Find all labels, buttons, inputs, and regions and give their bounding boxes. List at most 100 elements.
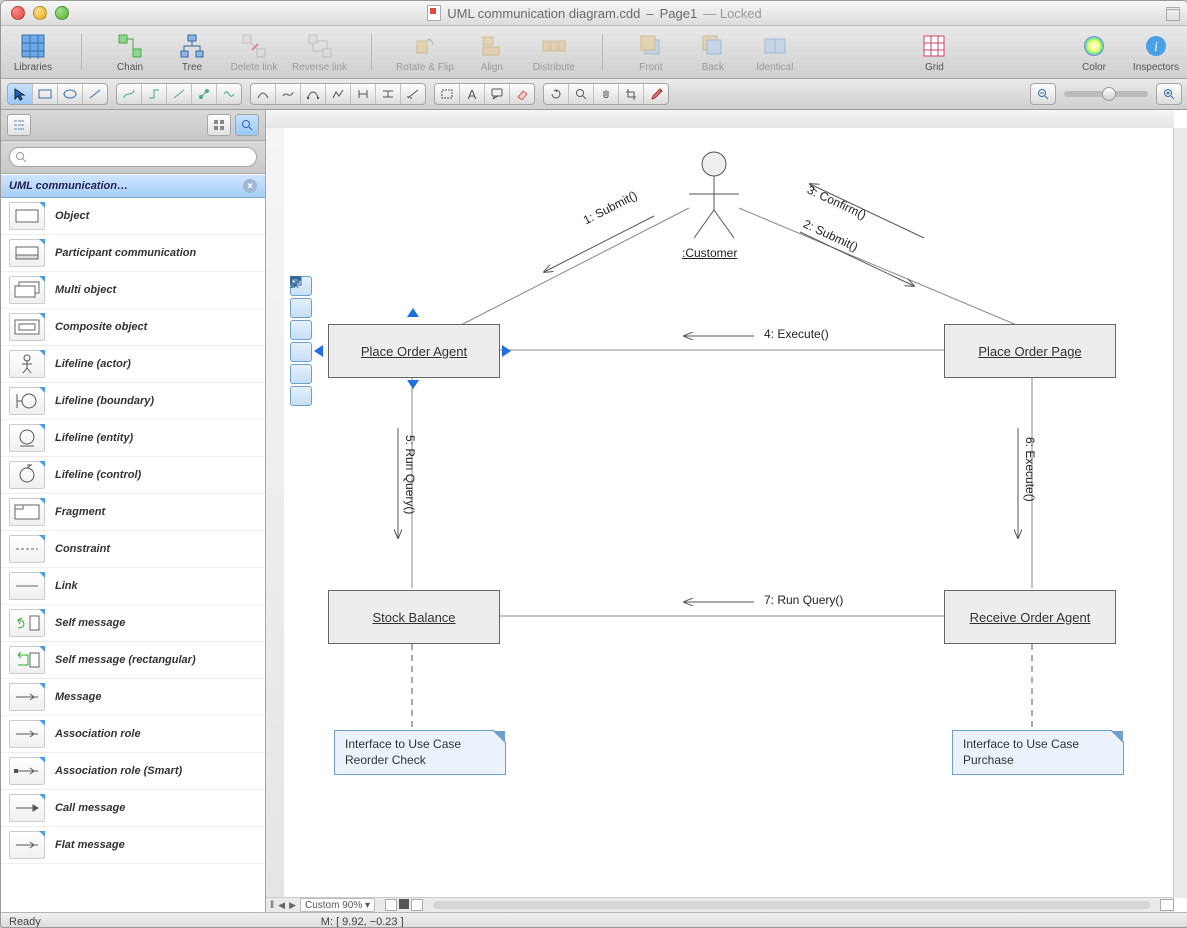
tree-button[interactable]: Tree: [168, 32, 216, 73]
identical-button[interactable]: Identical: [751, 32, 799, 73]
horizontal-scrollbar[interactable]: [433, 901, 1150, 909]
shape-item-self-message-rectangular-[interactable]: Self message (rectangular): [1, 642, 265, 679]
dimension-tool-2[interactable]: [376, 84, 401, 104]
shape-item-message[interactable]: Message: [1, 679, 265, 716]
message-4-label[interactable]: 4: Execute(): [764, 327, 829, 341]
pointer-tool[interactable]: [8, 84, 33, 104]
zoom-slider[interactable]: [1064, 91, 1148, 97]
shape-list[interactable]: ObjectParticipant communicationMulti obj…: [1, 198, 265, 912]
shape-item-lifeline-boundary-[interactable]: Lifeline (boundary): [1, 383, 265, 420]
shape-item-flat-message[interactable]: Flat message: [1, 827, 265, 864]
front-button[interactable]: Front: [627, 32, 675, 73]
selection-handle-top[interactable]: [407, 308, 419, 317]
bezier-tool[interactable]: [301, 84, 326, 104]
object-place-order-page[interactable]: Place Order Page: [944, 324, 1116, 378]
ellipse-tool[interactable]: [58, 84, 83, 104]
zoom-out-button[interactable]: [1031, 84, 1055, 104]
shape-item-association-role[interactable]: Association role: [1, 716, 265, 753]
page-prev-button[interactable]: ◀: [278, 900, 285, 911]
spline-tool[interactable]: [276, 84, 301, 104]
eraser-tool[interactable]: [510, 84, 534, 104]
object-receive-order-agent[interactable]: Receive Order Agent: [944, 590, 1116, 644]
note-left[interactable]: Interface to Use Case Reorder Check: [334, 730, 506, 775]
reverse-link-button[interactable]: Reverse link: [292, 32, 347, 73]
connector-tool-2[interactable]: [142, 84, 167, 104]
actor-label[interactable]: :Customer: [682, 246, 737, 260]
libraries-button[interactable]: Libraries: [9, 32, 57, 73]
connector-tool-1[interactable]: [117, 84, 142, 104]
line-tool[interactable]: [83, 84, 107, 104]
message-5-label[interactable]: 5: Run Query(): [403, 435, 417, 514]
inspectors-button[interactable]: i Inspectors: [1132, 32, 1180, 73]
shape-item-fragment[interactable]: Fragment: [1, 494, 265, 531]
shape-item-lifeline-actor-[interactable]: Lifeline (actor): [1, 346, 265, 383]
polyline-tool[interactable]: [326, 84, 351, 104]
delete-link-button[interactable]: Delete link: [230, 32, 278, 73]
pan-tool[interactable]: [594, 84, 619, 104]
library-search-toggle[interactable]: [235, 114, 259, 136]
connector-tool-5[interactable]: [217, 84, 241, 104]
page-next-button[interactable]: ▶: [289, 900, 296, 911]
rotate-view-tool[interactable]: [544, 84, 569, 104]
shape-thumb-icon: [9, 498, 45, 526]
vertical-ruler[interactable]: [266, 128, 285, 898]
selection-handle-right[interactable]: [502, 345, 511, 357]
shape-item-object[interactable]: Object: [1, 198, 265, 235]
zoom-window-button[interactable]: [55, 6, 69, 20]
shape-item-association-role-smart-[interactable]: Association role (Smart): [1, 753, 265, 790]
main-toolbar: Libraries Chain Tree Delete link Reverse…: [1, 26, 1187, 79]
zoom-tool[interactable]: [569, 84, 594, 104]
selection-handle-left[interactable]: [314, 345, 323, 357]
chain-button[interactable]: Chain: [106, 32, 154, 73]
object-place-order-agent[interactable]: Place Order Agent: [328, 324, 500, 378]
eyedropper-tool[interactable]: [644, 84, 668, 104]
vertical-scrollbar[interactable]: [1173, 128, 1187, 898]
shape-item-composite-object[interactable]: Composite object: [1, 309, 265, 346]
toolbar-toggle-button[interactable]: [1166, 7, 1180, 21]
library-grid-toggle[interactable]: [207, 114, 231, 136]
stamp-tool[interactable]: [435, 84, 460, 104]
library-close-button[interactable]: ×: [243, 179, 257, 193]
shape-item-call-message[interactable]: Call message: [1, 790, 265, 827]
crop-tool[interactable]: [619, 84, 644, 104]
dimension-tool-3[interactable]: [401, 84, 425, 104]
color-button[interactable]: Color: [1070, 32, 1118, 73]
page-pause-icon[interactable]: ‖: [270, 900, 274, 911]
grid-button[interactable]: Grid: [910, 32, 958, 73]
text-tool[interactable]: A: [460, 84, 485, 104]
arc-tool[interactable]: [251, 84, 276, 104]
message-6-label[interactable]: 6: Execute(): [1023, 437, 1037, 502]
shape-item-link[interactable]: Link: [1, 568, 265, 605]
callout-tool[interactable]: [485, 84, 510, 104]
dimension-tool-1[interactable]: [351, 84, 376, 104]
distribute-button[interactable]: Distribute: [530, 32, 578, 73]
connector-tool-3[interactable]: [167, 84, 192, 104]
drawing-canvas[interactable]: :Customer 1: Submit() 2: Submit() 3: Con…: [284, 128, 1174, 898]
object-stock-balance[interactable]: Stock Balance: [328, 590, 500, 644]
rotate-flip-button[interactable]: Rotate & Flip: [396, 32, 454, 73]
rectangle-tool[interactable]: [33, 84, 58, 104]
close-window-button[interactable]: [11, 6, 25, 20]
library-tree-toggle[interactable]: [7, 114, 31, 136]
page-tabs-strip[interactable]: [385, 899, 423, 911]
zoom-in-button[interactable]: [1157, 84, 1181, 104]
shape-item-lifeline-control-[interactable]: Lifeline (control): [1, 457, 265, 494]
align-button[interactable]: Align: [468, 32, 516, 73]
shape-item-self-message[interactable]: Self message: [1, 605, 265, 642]
shape-item-participant-communication[interactable]: Participant communication: [1, 235, 265, 272]
zoom-select[interactable]: Custom 90% ▾: [300, 898, 375, 912]
back-button[interactable]: Back: [689, 32, 737, 73]
library-header[interactable]: UML communication… ×: [1, 174, 265, 198]
minimize-window-button[interactable]: [33, 6, 47, 20]
zoom-slider-knob[interactable]: [1102, 87, 1116, 101]
selection-handle-bottom[interactable]: [407, 380, 419, 389]
shape-item-multi-object[interactable]: Multi object: [1, 272, 265, 309]
resize-grip-icon[interactable]: [1160, 899, 1174, 911]
horizontal-ruler[interactable]: [266, 110, 1174, 129]
shape-item-constraint[interactable]: Constraint: [1, 531, 265, 568]
shape-item-lifeline-entity-[interactable]: Lifeline (entity): [1, 420, 265, 457]
connector-tool-4[interactable]: [192, 84, 217, 104]
library-search-input[interactable]: [9, 147, 257, 167]
note-right[interactable]: Interface to Use Case Purchase: [952, 730, 1124, 775]
message-7-label[interactable]: 7: Run Query(): [764, 593, 843, 607]
